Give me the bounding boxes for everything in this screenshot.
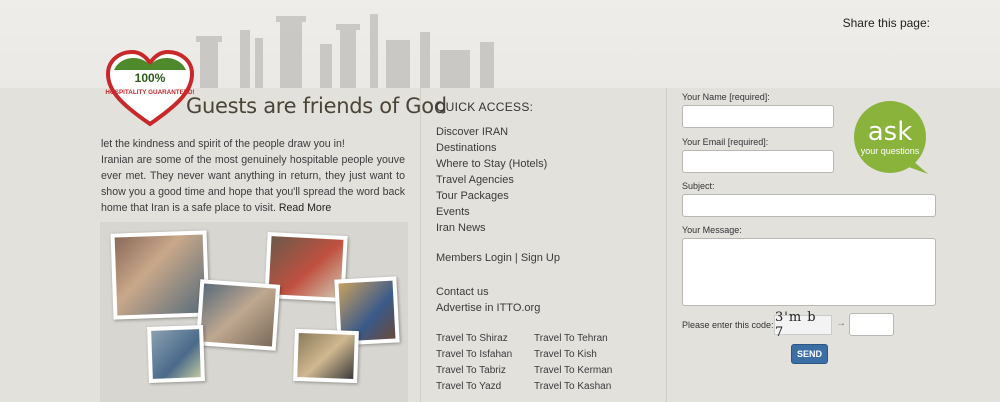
link-travel-kish[interactable]: Travel To Kish [534, 347, 612, 363]
svg-text:your questions: your questions [861, 146, 920, 156]
quick-access-title: QUICK ACCESS: [436, 100, 534, 114]
sign-up-link[interactable]: Sign Up [521, 252, 560, 264]
members-login-link[interactable]: Members Login [436, 252, 512, 264]
advertise-link[interactable]: Advertise in ITTO.org [436, 300, 540, 316]
captcha-image: 3'm b 7 [774, 310, 832, 340]
members-links: Members Login | Sign Up [436, 252, 560, 264]
hospitality-guaranteed-badge: 100% HOSPITALITY GUARANTEED! [105, 49, 195, 127]
captcha-label: Please enter this code: [682, 320, 774, 330]
photo-tea [293, 328, 359, 384]
contact-links: Contact us Advertise in ITTO.org [436, 284, 540, 316]
link-where-to-stay[interactable]: Where to Stay (Hotels) [436, 156, 547, 172]
column-divider-right [666, 88, 667, 402]
photo-group-women [110, 230, 210, 320]
members-separator: | [514, 252, 518, 264]
link-travel-tabriz[interactable]: Travel To Tabriz [436, 363, 512, 379]
intro-body: Iranian are some of the most genuinely h… [101, 154, 405, 214]
link-travel-kashan[interactable]: Travel To Kashan [534, 379, 612, 395]
link-destinations[interactable]: Destinations [436, 140, 547, 156]
subject-label: Subject: [682, 181, 715, 191]
link-events[interactable]: Events [436, 204, 547, 220]
travel-links-col2: Travel To Tehran Travel To Kish Travel T… [534, 331, 612, 395]
svg-text:ask: ask [868, 117, 913, 147]
photo-ipad-man [195, 279, 281, 351]
link-travel-isfahan[interactable]: Travel To Isfahan [436, 347, 512, 363]
intro-text: let the kindness and spirit of the peopl… [101, 136, 405, 216]
quick-access-links: Discover IRAN Destinations Where to Stay… [436, 124, 547, 236]
subject-input[interactable] [682, 194, 936, 217]
read-more-link[interactable]: Read More [279, 202, 331, 214]
link-travel-tehran[interactable]: Travel To Tehran [534, 331, 612, 347]
persepolis-ruins-image [196, 14, 494, 88]
link-travel-shiraz[interactable]: Travel To Shiraz [436, 331, 512, 347]
contact-us-link[interactable]: Contact us [436, 284, 540, 300]
photo-street [147, 325, 205, 383]
link-discover-iran[interactable]: Discover IRAN [436, 124, 547, 140]
link-travel-kerman[interactable]: Travel To Kerman [534, 363, 612, 379]
travel-links-col1: Travel To Shiraz Travel To Isfahan Trave… [436, 331, 512, 395]
name-label: Your Name [required]: [682, 92, 770, 102]
message-textarea[interactable] [682, 238, 936, 306]
captcha-input[interactable] [849, 313, 894, 336]
column-divider [420, 88, 421, 402]
link-travel-agencies[interactable]: Travel Agencies [436, 172, 547, 188]
photo-collage [100, 222, 408, 402]
ask-your-questions-bubble[interactable]: ask your questions [852, 100, 930, 178]
email-label: Your Email [required]: [682, 137, 769, 147]
link-travel-yazd[interactable]: Travel To Yazd [436, 379, 512, 395]
message-label: Your Message: [682, 225, 742, 235]
name-input[interactable] [682, 105, 834, 128]
page-tagline: Guests are friends of God [186, 94, 447, 118]
arrow-right-icon: → [836, 318, 846, 329]
link-tour-packages[interactable]: Tour Packages [436, 188, 547, 204]
link-iran-news[interactable]: Iran News [436, 220, 547, 236]
send-button[interactable]: SEND [791, 344, 828, 364]
share-label: Share this page: [842, 16, 930, 30]
email-input[interactable] [682, 150, 834, 173]
intro-line1: let the kindness and spirit of the peopl… [101, 138, 345, 150]
svg-text:100%: 100% [135, 71, 166, 85]
svg-text:HOSPITALITY GUARANTEED!: HOSPITALITY GUARANTEED! [105, 89, 194, 96]
